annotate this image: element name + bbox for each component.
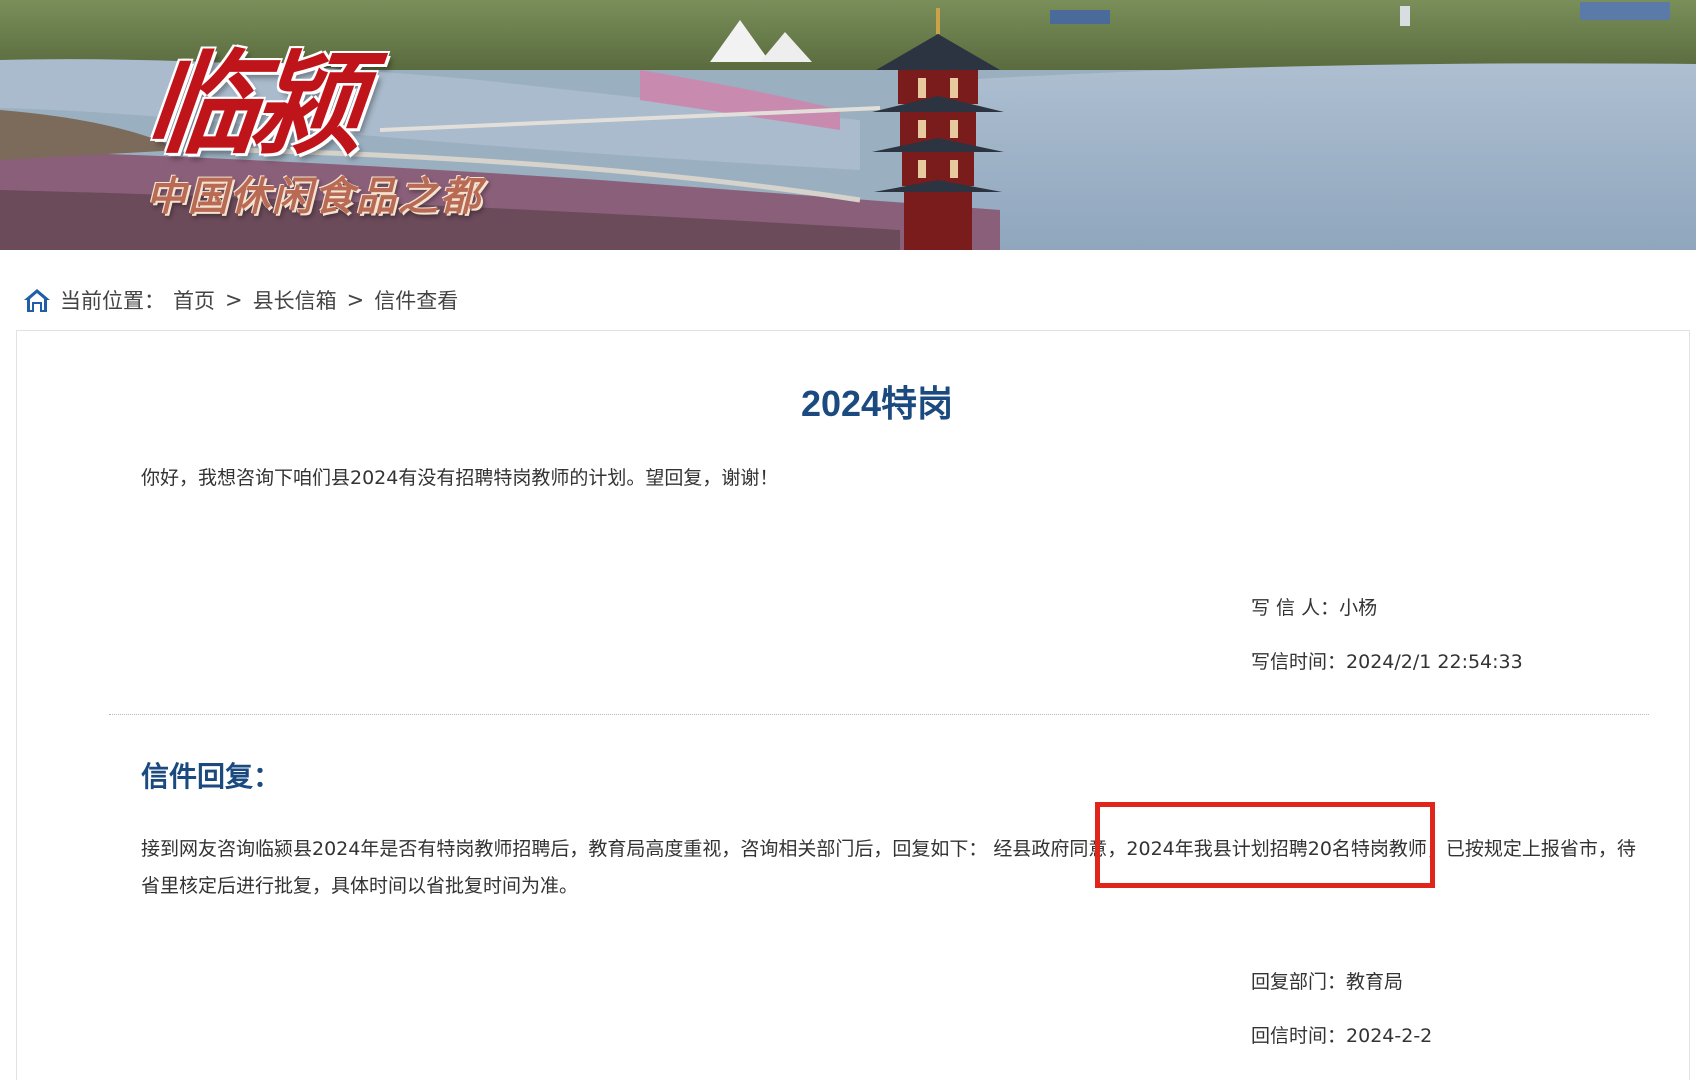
reply-time-label: 回信时间： [1251, 1025, 1347, 1047]
reply-department: 回复部门：教育局 [1251, 967, 1403, 994]
letter-title: 2024特岗 [800, 383, 954, 424]
header-banner: 临颍 中国休闲食品之都 [0, 0, 1696, 250]
breadcrumb-mailbox-link[interactable]: 县长信箱 [253, 285, 337, 315]
reply-heading: 信件回复： [141, 760, 282, 793]
letter-body: 你好，我想咨询下咱们县2024有没有招聘特岗教师的计划。望回复，谢谢！ [141, 467, 779, 489]
site-slogan: 中国休闲食品之都 [146, 173, 482, 220]
dept-label: 回复部门： [1251, 971, 1347, 993]
write-time-value: 2024/2/1 22:54:33 [1346, 651, 1523, 673]
reply-time: 回信时间：2024-2-2 [1251, 1021, 1432, 1048]
site-logo[interactable]: 临颍 [139, 14, 368, 176]
breadcrumb-current: 信件查看 [374, 289, 459, 313]
home-icon[interactable] [22, 285, 52, 315]
letter-writer: 写 信 人：小杨 [1251, 593, 1377, 620]
breadcrumb-home-link[interactable]: 首页 [173, 285, 215, 315]
dept-value: 教育局 [1346, 971, 1404, 993]
reply-time-value: 2024-2-2 [1346, 1025, 1433, 1047]
writer-value: 小杨 [1339, 597, 1378, 619]
breadcrumb: 当前位置： 首页 > 县长信箱 > 信件查看 [22, 282, 458, 318]
letter-panel: 2024特岗 你好，我想咨询下咱们县2024有没有招聘特岗教师的计划。望回复，谢… [16, 330, 1690, 1080]
breadcrumb-separator: > [225, 288, 243, 312]
reply-body: 接到网友咨询临颍县2024年是否有特岗教师招聘后，教育局高度重视，咨询相关部门后… [141, 838, 1636, 897]
section-divider [109, 714, 1649, 715]
letter-write-time: 写信时间：2024/2/1 22:54:33 [1251, 647, 1523, 674]
breadcrumb-separator: > [346, 288, 365, 312]
write-time-label: 写信时间： [1251, 651, 1347, 673]
writer-label: 写 信 人： [1251, 597, 1340, 619]
breadcrumb-prefix: 当前位置： [60, 289, 165, 313]
